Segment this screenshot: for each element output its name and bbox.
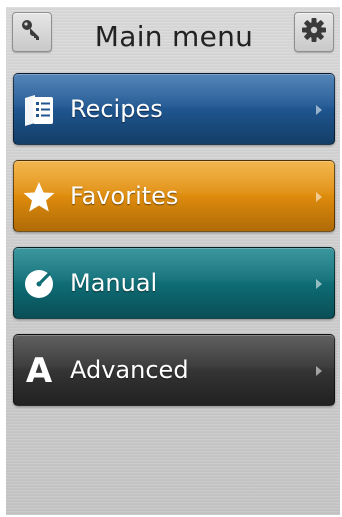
recipe-book-icon [20,91,58,129]
settings-button[interactable] [294,12,334,52]
gear-icon [301,17,327,47]
header: Main menu [6,7,340,65]
key-button[interactable] [12,12,52,52]
app-screen: Main menu Recipes Favorites Manual A Adv… [6,7,340,515]
menu-item-label: Favorites [70,182,179,210]
letter-a-icon: A [20,352,58,390]
chevron-right-icon [316,366,322,376]
star-icon [20,178,58,216]
menu-item-favorites[interactable]: Favorites [13,160,335,232]
menu-item-label: Recipes [70,95,163,123]
dial-icon [20,265,58,303]
menu-item-recipes[interactable]: Recipes [13,73,335,145]
menu-item-manual[interactable]: Manual [13,247,335,319]
menu-item-label: Manual [70,269,158,297]
menu-item-label: Advanced [70,356,189,384]
page-title: Main menu [94,20,254,53]
letter-a-glyph: A [25,351,53,391]
menu-item-advanced[interactable]: A Advanced [13,334,335,406]
chevron-right-icon [316,192,322,202]
chevron-right-icon [316,279,322,289]
key-icon [20,18,44,46]
chevron-right-icon [316,105,322,115]
